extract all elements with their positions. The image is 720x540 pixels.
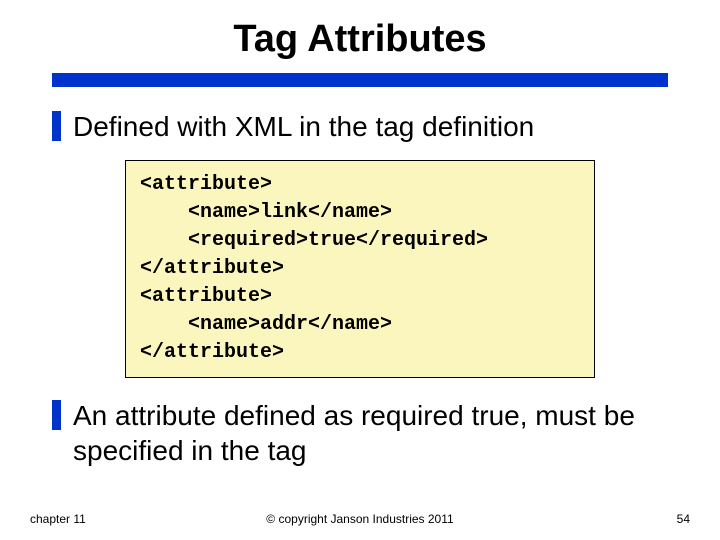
footer-chapter: chapter 11 [30,512,86,526]
footer-page-number: 54 [677,512,690,526]
bullet-item-1: Defined with XML in the tag definition [0,109,720,144]
bullet-bar-icon [52,400,61,430]
title-underline [52,73,668,87]
code-box: <attribute> <name>link</name> <required>… [125,160,595,378]
footer: chapter 11 © copyright Janson Industries… [0,512,720,526]
slide-title: Tag Attributes [0,0,720,73]
bullet-item-2: An attribute defined as required true, m… [0,398,720,468]
bullet-text-1: Defined with XML in the tag definition [73,109,534,144]
footer-copyright: © copyright Janson Industries 2011 [266,512,453,526]
bullet-text-2: An attribute defined as required true, m… [73,398,668,468]
bullet-bar-icon [52,111,61,141]
